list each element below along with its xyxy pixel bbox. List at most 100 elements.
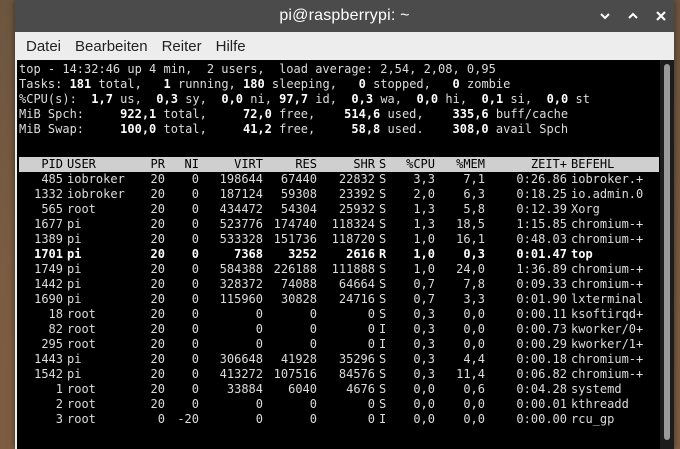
cpu-text: us,: [112, 92, 157, 106]
process-row: 1690 pi 20 0 115960 30828 24716 S 0,7 3,3 0:01.90 l…: [19, 292, 659, 307]
cell-command: chromium-+: [571, 232, 644, 246]
cell-pid: 1: [55, 382, 63, 396]
menu-hilfe[interactable]: Hilfe: [209, 38, 253, 55]
cpu-text: hi,: [438, 92, 482, 106]
menu-datei[interactable]: Datei: [19, 38, 68, 55]
close-button[interactable]: [652, 7, 670, 25]
menu-bearbeiten[interactable]: Bearbeiten: [68, 38, 155, 55]
cell-cpu: 0,7: [413, 292, 435, 306]
cell-pr: 20: [150, 352, 165, 366]
cell-state: S: [379, 292, 387, 306]
cell-ni: 0: [191, 187, 199, 201]
process-row: 82 root 20 0 0 0 0 I 0,3 0,0 0:00.73 kworker/0+: [19, 322, 659, 337]
cell-state: I: [379, 322, 387, 336]
mem-total: 922,1: [120, 107, 157, 121]
cell-user: root: [67, 322, 96, 336]
cell-shr: 23392: [338, 187, 375, 201]
cell-state: I: [379, 337, 387, 351]
process-row: 1332 iobroker 20 0 187124 59308 23392 S 2,0 6,3 0:…: [19, 187, 659, 202]
cpu-text: sy,: [177, 92, 222, 106]
cell-shr: 0: [367, 337, 375, 351]
cell-state: S: [379, 172, 387, 186]
cell-res: 54304: [280, 202, 317, 216]
cell-shr: 111888: [331, 262, 375, 276]
menu-reiter[interactable]: Reiter: [155, 38, 209, 55]
cell-pid: 1690: [34, 292, 63, 306]
cell-cpu: 2,0: [413, 187, 435, 201]
cell-shr: 2616: [346, 247, 375, 261]
cell-user: pi: [67, 352, 82, 366]
title-bar[interactable]: pi@raspberrypi: ~: [15, 0, 674, 32]
cell-time: 0:00.01: [516, 397, 567, 411]
scrollbar-thumb[interactable]: [664, 64, 670, 440]
cell-command: chromium-+: [571, 352, 644, 366]
cell-cpu: 1,0: [413, 247, 435, 261]
cell-time: 0:18.25: [516, 187, 567, 201]
terminal-scrollbar[interactable]: [660, 60, 674, 449]
cell-res: 0: [309, 307, 317, 321]
maximize-icon: [628, 12, 638, 19]
mem-text: used,: [380, 107, 453, 121]
cell-shr: 118720: [331, 232, 375, 246]
cell-state: S: [379, 232, 387, 246]
cell-cpu: 0,0: [413, 397, 435, 411]
cell-virt: 328372: [219, 277, 263, 291]
cell-mem: 6,3: [463, 187, 485, 201]
cell-user: root: [67, 202, 96, 216]
process-row: 3 root 0 -20 0 0 0 I 0,0 0,0 0:00.00 rcu_gp: [19, 412, 659, 427]
cell-pr: 20: [150, 397, 165, 411]
process-row: 1442 pi 20 0 328372 74088 64664 S 0,7 7,8 0:09.33 c…: [19, 277, 659, 292]
cell-shr: 0: [367, 412, 375, 426]
cell-state: S: [379, 367, 387, 381]
tasks-zombie: 0: [452, 77, 460, 91]
cell-state: S: [379, 277, 387, 291]
cell-pid: 485: [41, 172, 63, 186]
cell-user: root: [67, 397, 96, 411]
cell-cpu: 0,0: [413, 412, 435, 426]
terminal-output[interactable]: top - 14:32:46 up 4 min, 2 users, load a…: [17, 60, 660, 449]
cell-command: kworker/1+: [571, 337, 644, 351]
header-state: S: [379, 157, 387, 171]
cell-command: lxterminal: [571, 292, 644, 306]
terminal-window: pi@raspberrypi: ~ Datei Bearbeiten Reite…: [15, 0, 674, 449]
minimize-button[interactable]: [596, 7, 614, 25]
cell-mem: 0,3: [463, 247, 485, 261]
cell-command: io.admin.0: [571, 187, 644, 201]
cell-ni: 0: [191, 397, 199, 411]
tasks-text: running,: [170, 77, 243, 91]
cell-shr: 4676: [346, 382, 375, 396]
cell-mem: 0,0: [463, 412, 485, 426]
cell-pr: 20: [150, 337, 165, 351]
process-row: 2 root 20 0 0 0 0 S 0,0 0,0 0:00.01 kthreadd: [19, 397, 659, 412]
cell-virt: 0: [255, 397, 263, 411]
cell-time: 0:26.86: [516, 172, 567, 186]
cell-virt: 0: [255, 322, 263, 336]
top-summary-line: top - 14:32:46 up 4 min, 2 users, load a…: [19, 62, 496, 77]
cell-virt: 523776: [219, 217, 263, 231]
cell-command: ksoftirqd+: [571, 307, 644, 321]
cell-pid: 1542: [34, 367, 63, 381]
cell-pr: 20: [150, 322, 165, 336]
cell-mem: 0,0: [463, 337, 485, 351]
swap-used: 58,8: [351, 122, 381, 136]
cell-cpu: 0,0: [413, 382, 435, 396]
cell-res: 0: [309, 322, 317, 336]
maximize-button[interactable]: [624, 7, 642, 25]
cell-res: 0: [309, 412, 317, 426]
swap-text: used.: [380, 122, 453, 136]
tasks-text: stopped,: [365, 77, 453, 91]
cell-mem: 11,4: [456, 367, 485, 381]
cell-user: root: [67, 382, 96, 396]
cell-time: 1:36.89: [516, 262, 567, 276]
cell-pid: 1443: [34, 352, 63, 366]
cell-res: 107516: [273, 367, 317, 381]
cell-cpu: 0,7: [413, 277, 435, 291]
cell-state: S: [379, 307, 387, 321]
cell-pid: 1389: [34, 232, 63, 246]
cell-res: 30828: [280, 292, 317, 306]
process-row: 485 iobroker 20 0 198644 67440 22832 S 3,3 7,1 0:2…: [19, 172, 659, 187]
cell-time: 1:15.85: [516, 217, 567, 231]
tasks-label: Tasks:: [19, 77, 70, 91]
tasks-total: 181: [69, 77, 92, 91]
cell-time: 0:01.90: [516, 292, 567, 306]
